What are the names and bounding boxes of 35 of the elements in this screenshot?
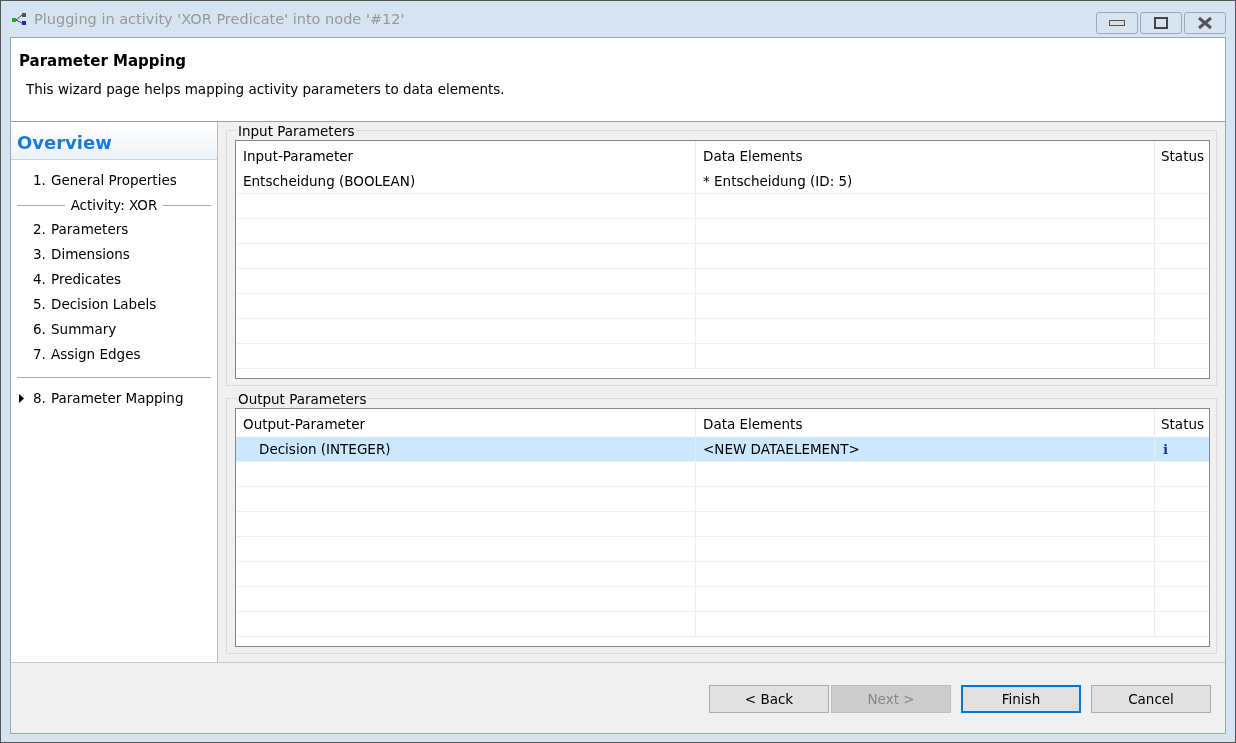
dialog-button[interactable]: < Back bbox=[709, 685, 829, 713]
page-title: Parameter Mapping bbox=[19, 52, 188, 70]
window-title: Plugging in activity 'XOR Predicate' into node '#12' bbox=[34, 11, 406, 27]
info-icon: i bbox=[1161, 441, 1169, 457]
group-title: Output Parameters bbox=[237, 391, 368, 407]
table-cell: Decision (INTEGER) bbox=[259, 441, 391, 457]
column-header[interactable]: Input-Parameter bbox=[236, 141, 696, 171]
dialog-button[interactable]: Finish bbox=[961, 685, 1081, 713]
dialog-button[interactable]: Cancel bbox=[1091, 685, 1211, 713]
maximize-icon bbox=[1154, 17, 1168, 29]
group-title: Input Parameters bbox=[237, 123, 356, 139]
page-description: This wizard page helps mapping activity parameters to data elements. bbox=[26, 81, 506, 97]
table-cell: Entscheidung (BOOLEAN) bbox=[243, 173, 416, 189]
wizard-step[interactable]: 6. Summary bbox=[11, 317, 217, 342]
node-graph-icon bbox=[11, 12, 29, 26]
wizard-step[interactable]: 1. General Properties bbox=[11, 168, 217, 193]
column-header[interactable]: Status bbox=[1155, 409, 1209, 439]
maximize-button[interactable] bbox=[1140, 12, 1182, 34]
wizard-step[interactable]: 2. Parameters bbox=[11, 217, 217, 242]
wizard-step[interactable]: 5. Decision Labels bbox=[11, 292, 217, 317]
wizard-step[interactable]: 8. Parameter Mapping bbox=[11, 386, 217, 411]
table-row[interactable]: Entscheidung (BOOLEAN) * Entscheidung (ID: 5) bbox=[236, 169, 1209, 194]
minimize-icon bbox=[1109, 20, 1125, 26]
close-button[interactable] bbox=[1184, 12, 1226, 34]
wizard-step[interactable]: 4. Predicates bbox=[11, 267, 217, 292]
close-icon bbox=[1197, 16, 1213, 30]
table-cell: <NEW DATAELEMENT> bbox=[703, 441, 860, 457]
table-row[interactable]: Decision (INTEGER) <NEW DATAELEMENT> i bbox=[236, 437, 1209, 462]
minimize-button[interactable] bbox=[1096, 12, 1138, 34]
wizard-step[interactable]: 3. Dimensions bbox=[11, 242, 217, 267]
wizard-step[interactable]: 7. Assign Edges bbox=[11, 342, 217, 367]
table-cell: * Entscheidung (ID: 5) bbox=[703, 173, 853, 189]
section-label: Activity: XOR bbox=[70, 197, 158, 213]
column-header[interactable]: Status bbox=[1155, 141, 1209, 171]
column-header[interactable]: Data Elements bbox=[696, 141, 1155, 171]
